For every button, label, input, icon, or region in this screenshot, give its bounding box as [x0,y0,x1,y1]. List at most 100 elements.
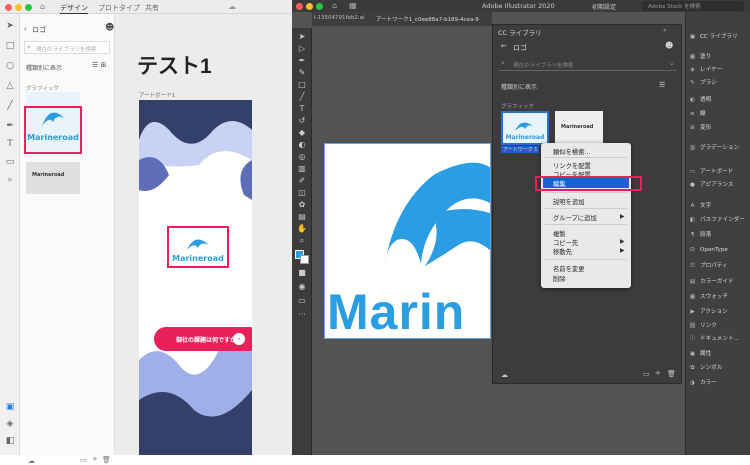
direct-selection-icon[interactable]: ▷ [297,44,307,54]
select-tool-icon[interactable]: ➤ [4,20,16,32]
gradient-icon[interactable]: ▥ [297,164,307,174]
cloud-bottom-icon[interactable]: ☁ [28,457,35,465]
trash-icon[interactable]: 🗑 [102,456,111,464]
close-dot[interactable] [5,4,12,11]
cc-add-icon[interactable]: + [655,369,661,377]
ai-artboard[interactable]: Marin [324,143,491,339]
stroke-color-swatch[interactable] [300,255,309,264]
cc-sort-dropdown[interactable]: 種類別に表示 [501,82,537,91]
search-input[interactable]: ⌕ 現在のライブラリを検索 [24,41,110,54]
paintbrush-icon[interactable]: ╱ [297,92,307,102]
curvature-icon[interactable]: ✎ [297,68,307,78]
dock-appearance[interactable]: ● アピアランス [688,180,750,190]
minimize-dot[interactable] [15,4,22,11]
eyedropper-icon[interactable]: ✐ [297,176,307,186]
add-icon[interactable]: + [92,455,98,463]
dock-properties[interactable]: ☷ プロパティ [688,261,750,271]
sort-icon[interactable]: ☰ ⊞ [92,61,106,69]
menu-rename[interactable]: 名前を変更 [553,264,584,273]
dock-brushes[interactable]: ✎ ブラシ [688,78,750,88]
cloud-icon[interactable]: ☁ [228,2,236,11]
cc-back-icon[interactable]: ← [501,42,507,50]
graph-icon[interactable]: ▤ [297,212,307,222]
back-arrow-icon[interactable]: ‹ [24,25,27,33]
zoom-tool-icon[interactable]: ⌕ [4,174,16,186]
draw-mode-icon[interactable]: ◉ [297,282,307,292]
assets-icon[interactable]: ◧ [4,435,16,447]
dock-links[interactable]: ⛓ リンク [688,321,750,331]
tab-design[interactable]: デザイン [60,3,88,14]
dock-swatches[interactable]: ▦ スウォッチ [688,292,750,302]
stock-search[interactable]: Adobe Stock を検索 [642,1,744,11]
rotate-icon[interactable]: ↺ [297,116,307,126]
dock-opentype[interactable]: O OpenType [688,245,750,255]
dock-cc-libraries[interactable]: ▣ CC ライブラリ [688,32,750,42]
menu-copy-to[interactable]: コピー先 [553,238,578,247]
cc-cloud-icon[interactable]: ☁ [501,371,508,379]
polygon-tool-icon[interactable]: △ [4,80,16,92]
symbol-sprayer-icon[interactable]: ✿ [297,200,307,210]
cc-folder-icon[interactable]: ▭ [643,370,650,378]
dock-attributes[interactable]: ▣ 属性 [688,349,750,359]
dock-gradient[interactable]: ▥ グラデーション [688,143,750,153]
eraser-icon[interactable]: ◆ [297,128,307,138]
menu-place-linked[interactable]: リンクを配置 [553,161,591,170]
cc-thumbnail-1[interactable]: Marineroad [501,111,549,145]
warp-icon[interactable]: ◐ [297,140,307,150]
menu-move-to[interactable]: 移動先 [553,247,572,256]
artboard-tool-icon[interactable]: ▭ [4,156,16,168]
dock-color[interactable]: ◑ カラー [688,378,750,388]
workspace-grid-icon[interactable]: ▦ [349,1,357,10]
libraries-icon[interactable]: ▣ [4,401,16,413]
rectangle-tool-icon[interactable]: □ [4,40,16,52]
dock-transform[interactable]: ⊞ 変形 [688,123,750,133]
artboard-label[interactable]: アートボード1 [139,91,175,99]
dock-document-info[interactable]: ⓘ ドキュメント... [688,334,750,344]
dock-actions[interactable]: ▶ アクション [688,307,750,317]
dock-fill[interactable]: ▦ 塗り [688,52,750,62]
layers-icon[interactable]: ◈ [4,418,16,430]
cc-search-dropdown-icon[interactable]: ⌄ [669,59,675,67]
text-tool-icon[interactable]: T [4,138,16,150]
dock-transparency[interactable]: ◐ 透明 [688,95,750,105]
menu-add-to-group[interactable]: グループに追加 [553,213,597,222]
menu-add-description[interactable]: 説明を追加 [553,197,584,206]
type-icon[interactable]: T [297,104,307,114]
doc-tab-2[interactable]: アートワーク1_c0ee88a7-b189-4cea-9 [376,15,479,23]
pen-icon[interactable]: ✒ [297,56,307,66]
shape-builder-icon[interactable]: ◎ [297,152,307,162]
hand-icon[interactable]: ✋ [297,224,307,234]
dock-layers[interactable]: ◈ レイヤー [688,65,750,75]
workspace-switcher[interactable]: 初期設定 [592,2,616,11]
tab-share[interactable]: 共有 [145,3,159,13]
dock-artboards[interactable]: ▭ アートボード [688,167,750,177]
dock-stroke[interactable]: ≡ 線 [688,109,750,119]
more-tools-icon[interactable]: ··· [297,310,307,320]
dock-color-guide[interactable]: ▤ カラーガイド [688,277,750,287]
cc-thumbnail-2[interactable]: Marineroad [555,111,603,145]
artboard[interactable]: Marineroad 御社の課題は何ですか？ › [139,100,252,455]
dock-pathfinder[interactable]: ◧ パスファインダー [688,215,750,225]
color-mode-icon[interactable]: ■ [297,268,307,278]
ai-zoom-dot[interactable] [316,3,323,10]
ai-close-dot[interactable] [296,3,303,10]
line-tool-icon[interactable]: ╱ [4,100,16,112]
menu-duplicate[interactable]: 複製 [553,229,566,238]
logo-thumbnail-2[interactable]: Marineroad [26,162,80,194]
pen-tool-icon[interactable]: ✒ [4,120,16,132]
folder-icon[interactable]: ▭ [80,456,87,464]
ellipse-tool-icon[interactable]: ○ [4,60,16,72]
selection-tool-icon[interactable]: ➤ [297,32,307,42]
ai-home-icon[interactable]: ⌂ [332,1,337,10]
dock-symbols[interactable]: ✿ シンボル [688,363,750,373]
cc-trash-icon[interactable]: 🗑 [667,370,676,378]
panel-collapse-icon[interactable]: « [663,27,667,34]
menu-find-similar[interactable]: 類似を検索... [553,147,591,156]
user-icon[interactable]: ☻ [105,23,114,33]
cc-view-icon[interactable]: ☰ [659,81,665,89]
cc-user-icon[interactable]: ☻ [665,41,673,50]
doc-tab-1[interactable]: l-13504791feb2.ai [314,15,364,21]
screen-mode-icon[interactable]: ▭ [297,296,307,306]
sort-dropdown[interactable]: 種類別に表示 [26,63,62,72]
cc-panel-title[interactable]: CC ライブラリ [498,27,542,37]
